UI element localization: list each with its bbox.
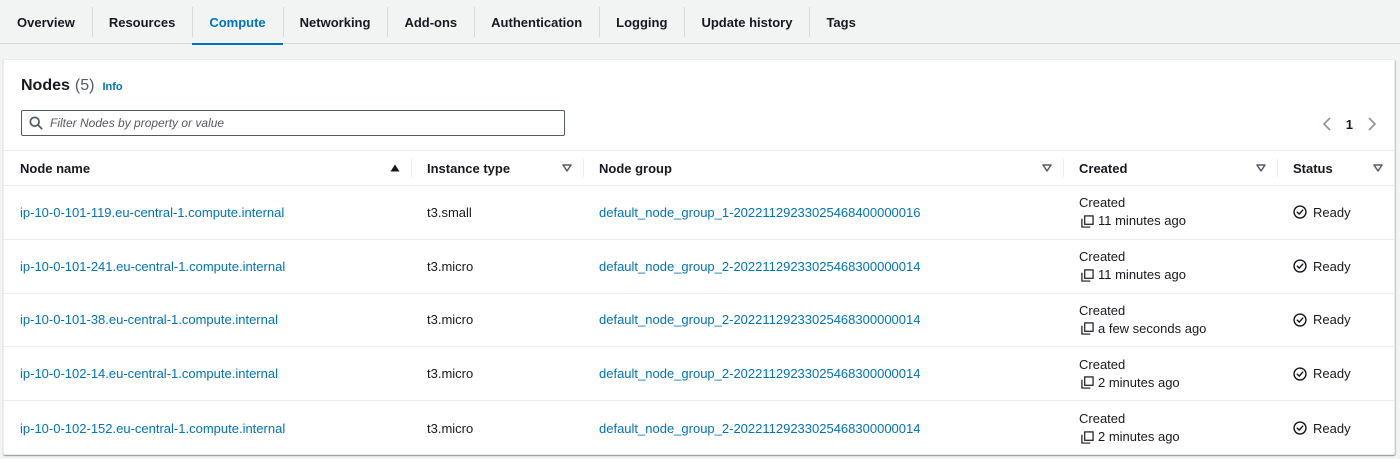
caret-up-icon bbox=[390, 164, 400, 172]
table-header: Node name Instance type Node group Creat… bbox=[4, 150, 1394, 186]
node-name-link[interactable]: ip-10-0-101-119.eu-central-1.compute.int… bbox=[20, 205, 284, 220]
caret-down-outline-icon bbox=[1256, 164, 1266, 172]
status-cell: Ready bbox=[1277, 294, 1394, 347]
tab-add-ons[interactable]: Add-ons bbox=[387, 0, 474, 44]
status-cell: Ready bbox=[1277, 401, 1394, 455]
tab-bar: Overview Resources Compute Networking Ad… bbox=[0, 0, 1400, 45]
created-cell: Created a few seconds ago bbox=[1063, 294, 1277, 347]
check-circle-icon bbox=[1293, 205, 1307, 220]
tab-compute[interactable]: Compute bbox=[192, 0, 284, 45]
column-label: Status bbox=[1293, 160, 1333, 176]
node-name-link[interactable]: ip-10-0-102-14.eu-central-1.compute.inte… bbox=[20, 366, 278, 381]
status-cell: Ready bbox=[1277, 240, 1394, 293]
node-group-link[interactable]: default_node_group_1-2022112923302546840… bbox=[599, 205, 920, 220]
column-header-node-name[interactable]: Node name bbox=[4, 151, 411, 185]
status-text: Ready bbox=[1313, 420, 1351, 436]
caret-down-outline-icon bbox=[1042, 164, 1052, 172]
tab-logging[interactable]: Logging bbox=[599, 0, 684, 44]
created-label: Created bbox=[1079, 356, 1126, 372]
copy-icon bbox=[1081, 376, 1094, 389]
chevron-right-icon[interactable] bbox=[1367, 117, 1377, 131]
caret-down-outline-icon bbox=[562, 164, 572, 172]
caret-down-outline-icon bbox=[1373, 164, 1383, 172]
table-row: ip-10-0-101-119.eu-central-1.compute.int… bbox=[4, 186, 1394, 240]
search-icon bbox=[22, 116, 50, 130]
check-circle-icon bbox=[1293, 313, 1307, 327]
created-time: 11 minutes ago bbox=[1098, 213, 1186, 229]
table-body: ip-10-0-101-119.eu-central-1.compute.int… bbox=[4, 186, 1394, 455]
created-label: Created bbox=[1079, 302, 1126, 318]
page-number[interactable]: 1 bbox=[1346, 117, 1353, 132]
status-text: Ready bbox=[1313, 258, 1351, 274]
copy-icon bbox=[1081, 430, 1094, 444]
created-cell: Created 2 minutes ago bbox=[1063, 401, 1277, 455]
tab-networking[interactable]: Networking bbox=[282, 0, 388, 44]
check-circle-icon bbox=[1293, 421, 1307, 435]
created-time: a few seconds ago bbox=[1098, 320, 1207, 336]
copy-icon bbox=[1081, 269, 1094, 282]
instance-type-cell: t3.micro bbox=[427, 420, 474, 436]
status-cell: Ready bbox=[1277, 347, 1394, 400]
table-row: ip-10-0-101-38.eu-central-1.compute.inte… bbox=[4, 294, 1394, 348]
status-text: Ready bbox=[1313, 204, 1351, 220]
node-name-link[interactable]: ip-10-0-101-241.eu-central-1.compute.int… bbox=[20, 259, 285, 274]
column-header-status[interactable]: Status bbox=[1277, 151, 1394, 185]
table-row: ip-10-0-102-14.eu-central-1.compute.inte… bbox=[4, 347, 1394, 402]
table-row: ip-10-0-102-152.eu-central-1.compute.int… bbox=[4, 401, 1394, 455]
column-label: Created bbox=[1079, 160, 1128, 176]
created-label: Created bbox=[1079, 249, 1126, 265]
created-label: Created bbox=[1079, 195, 1126, 211]
node-count: (5) bbox=[74, 77, 95, 94]
created-time: 11 minutes ago bbox=[1098, 267, 1186, 283]
status-cell: Ready bbox=[1277, 186, 1394, 239]
node-group-link[interactable]: default_node_group_2-2022112923302546830… bbox=[599, 259, 920, 274]
created-time: 2 minutes ago bbox=[1098, 429, 1180, 445]
created-cell: Created 11 minutes ago bbox=[1063, 186, 1277, 239]
table-row: ip-10-0-101-241.eu-central-1.compute.int… bbox=[4, 240, 1394, 294]
check-circle-icon bbox=[1293, 259, 1307, 273]
instance-type-cell: t3.micro bbox=[427, 366, 474, 382]
status-text: Ready bbox=[1313, 312, 1351, 328]
tab-authentication[interactable]: Authentication bbox=[474, 0, 599, 44]
tab-resources[interactable]: Resources bbox=[91, 0, 192, 44]
column-label: Node name bbox=[20, 160, 91, 176]
tab-overview[interactable]: Overview bbox=[0, 0, 92, 44]
column-label: Node group bbox=[599, 160, 672, 176]
column-header-created[interactable]: Created bbox=[1063, 151, 1277, 185]
status-text: Ready bbox=[1313, 366, 1351, 382]
chevron-left-icon[interactable] bbox=[1322, 117, 1332, 131]
node-name-link[interactable]: ip-10-0-101-38.eu-central-1.compute.inte… bbox=[20, 312, 278, 327]
column-label: Instance type bbox=[427, 160, 511, 176]
check-circle-icon bbox=[1293, 367, 1307, 381]
node-group-link[interactable]: default_node_group_2-2022112923302546830… bbox=[599, 366, 920, 381]
tab-update-history[interactable]: Update history bbox=[684, 0, 809, 44]
node-group-link[interactable]: default_node_group_2-2022112923302546830… bbox=[599, 421, 920, 436]
tab-tags[interactable]: Tags bbox=[809, 0, 872, 44]
created-label: Created bbox=[1079, 411, 1126, 427]
copy-icon bbox=[1081, 322, 1094, 336]
created-cell: Created 2 minutes ago bbox=[1063, 347, 1277, 400]
copy-icon bbox=[1081, 215, 1094, 228]
instance-type-cell: t3.micro bbox=[427, 312, 474, 328]
filter-input[interactable] bbox=[50, 112, 564, 134]
created-cell: Created 11 minutes ago bbox=[1063, 240, 1277, 293]
filter-box[interactable] bbox=[21, 110, 565, 136]
node-group-link[interactable]: default_node_group_2-2022112923302546830… bbox=[599, 312, 920, 327]
node-name-link[interactable]: ip-10-0-102-152.eu-central-1.compute.int… bbox=[20, 421, 285, 436]
created-time: 2 minutes ago bbox=[1098, 374, 1180, 390]
instance-type-cell: t3.micro bbox=[427, 258, 474, 274]
panel-title: Nodes bbox=[21, 77, 70, 94]
info-link[interactable]: Info bbox=[102, 81, 122, 93]
nodes-table: Node name Instance type Node group Creat… bbox=[4, 150, 1394, 455]
instance-type-cell: t3.small bbox=[427, 204, 472, 220]
column-header-instance-type[interactable]: Instance type bbox=[411, 151, 583, 185]
column-header-node-group[interactable]: Node group bbox=[583, 151, 1063, 185]
pagination: 1 bbox=[1322, 114, 1377, 134]
panel-header: Nodes (5) Info bbox=[21, 77, 123, 95]
nodes-panel: Nodes (5) Info 1 Node name Instance type bbox=[3, 59, 1395, 455]
